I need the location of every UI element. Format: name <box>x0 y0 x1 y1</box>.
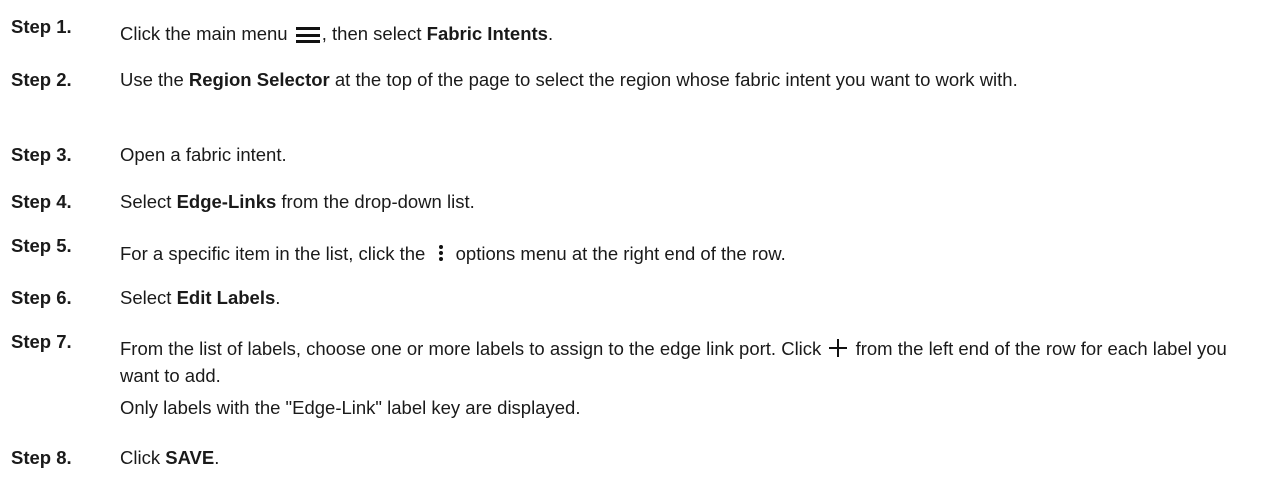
ui-term: Edit Labels <box>176 287 276 308</box>
step-text-part: from the drop-down list. <box>276 191 475 212</box>
step-text: Click the main menu , then select Fabric… <box>120 20 1270 47</box>
step-text-part: . <box>547 23 554 44</box>
step-text: Open a fabric intent. <box>120 141 1270 168</box>
step-label: Step 4. <box>11 191 72 212</box>
step-label: Step 7. <box>11 331 72 352</box>
step-text-part: Click <box>120 447 166 468</box>
step-text-part: Select <box>120 287 177 308</box>
step-text-part: Open a fabric intent. <box>120 144 287 165</box>
step-text: Select Edit Labels. <box>120 284 1270 311</box>
ui-term: SAVE <box>165 447 215 468</box>
step-text-part: Use the <box>120 69 189 90</box>
ui-term: Fabric Intents <box>426 23 548 44</box>
step-label: Step 2. <box>11 69 72 90</box>
step-text-part: From the list of labels, choose one or m… <box>120 338 827 359</box>
step-text-part: For a specific item in the list, click t… <box>120 243 431 264</box>
ui-term: Edge-Links <box>176 191 277 212</box>
step-label: Step 3. <box>11 144 72 165</box>
step-text-part: Click the main menu <box>120 23 293 44</box>
more-vertical-icon <box>435 243 447 263</box>
step-text: Select Edge-Links from the drop-down lis… <box>120 188 1270 215</box>
plus-icon <box>829 339 848 357</box>
step-text: Use the Region Selector at the top of th… <box>120 66 1270 93</box>
step-text-part: at the top of the page to select the reg… <box>329 69 1018 90</box>
ui-term: Region Selector <box>188 69 330 90</box>
step-note: Only labels with the "Edge-Link" label k… <box>120 397 581 418</box>
step-text-part: , then select <box>321 23 427 44</box>
step-text-part: Select <box>120 191 177 212</box>
step-text: From the list of labels, choose one or m… <box>120 335 1270 421</box>
step-text: For a specific item in the list, click t… <box>120 240 1270 267</box>
step-label: Step 5. <box>11 235 72 256</box>
step-label: Step 6. <box>11 287 72 308</box>
step-label: Step 1. <box>11 16 72 37</box>
step-text-part: . <box>214 447 220 468</box>
step-label: Step 8. <box>11 447 72 468</box>
step-text-part: . <box>275 287 281 308</box>
step-text-part: options menu at the right end of the row… <box>450 243 786 264</box>
menu-icon <box>295 27 320 43</box>
step-text: Click SAVE. <box>120 444 1270 471</box>
